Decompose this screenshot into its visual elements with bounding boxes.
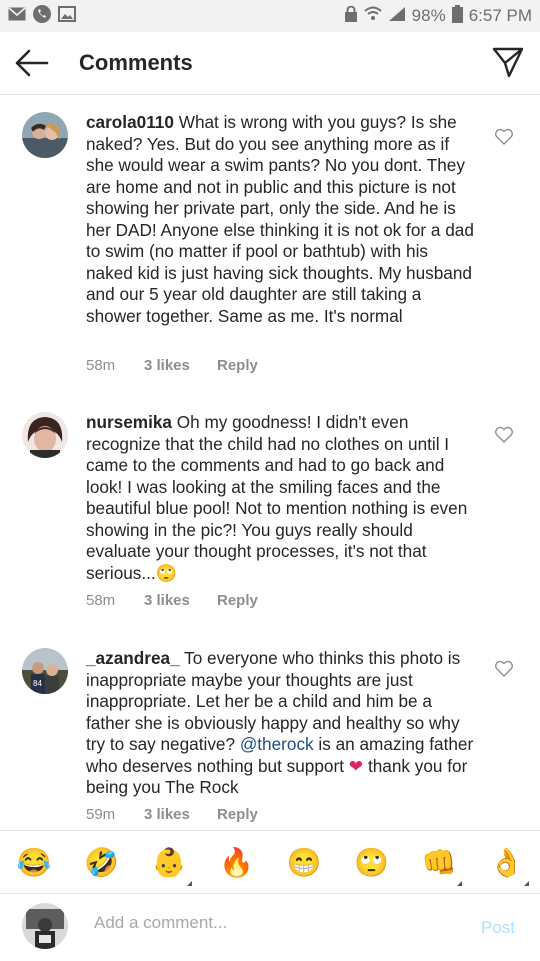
like-button[interactable] [494,660,514,678]
emoji-fist-button[interactable]: 👊 [421,846,462,886]
status-bar: 98% 6:57 PM [0,0,540,32]
ok-hand-emoji: 👌 [489,846,525,878]
eye-roll-emoji: 🙄 [155,562,178,583]
emoji-eye-roll-button[interactable]: 🙄 [354,846,389,880]
avatar[interactable] [22,412,68,458]
skin-tone-indicator [524,880,530,886]
comment-time: 58m [86,592,116,609]
reply-button[interactable]: Reply [217,592,258,609]
image-icon [58,5,76,27]
like-button[interactable] [494,426,514,444]
skin-tone-indicator [456,880,462,886]
mail-icon [8,6,26,26]
avatar[interactable]: 84 [22,648,68,694]
wifi-icon [363,6,382,27]
avatar[interactable] [22,112,68,158]
comment-text: _azandrea_ To everyone who thinks this p… [86,648,478,799]
post-button[interactable]: Post [481,918,515,938]
fist-emoji: 👊 [421,846,457,878]
battery-icon [451,4,463,28]
status-right: 98% 6:57 PM [344,4,540,28]
heart-emoji: ❤ [348,755,364,776]
comment-time: 58m [86,357,116,374]
whatsapp-icon [32,4,52,29]
heart-outline-icon [495,660,513,677]
back-arrow-icon [15,49,49,77]
mention-link[interactable]: @therock [240,734,314,754]
page-title: Comments [79,50,193,75]
comment-text: nursemika Oh my goodness! I didn't even … [86,412,478,584]
signal-icon [388,6,406,27]
add-comment-input[interactable] [86,908,482,938]
comment-username[interactable]: nursemika [86,412,172,432]
comments-header: Comments [0,32,540,95]
direct-send-button[interactable] [492,46,524,78]
emoji-quick-bar: 😂 🤣 👶 🔥 😁 🙄 👊 👌 [0,830,540,894]
comment-meta: 58m 3 likes Reply [86,357,258,374]
status-time: 6:57 PM [468,6,532,25]
comment-body: What is wrong with you guys? Is she nake… [86,112,474,326]
back-button[interactable] [14,47,50,79]
emoji-fire-button[interactable]: 🔥 [219,846,254,880]
emoji-baby-button[interactable]: 👶 [151,846,192,886]
user-avatar [22,903,68,949]
comment-likes[interactable]: 3 likes [144,357,217,374]
like-button[interactable] [494,128,514,146]
comment-likes[interactable]: 3 likes [144,592,217,609]
heart-outline-icon [495,426,513,443]
comment-text: carola0110 What is wrong with you guys? … [86,112,478,327]
comment-username[interactable]: _azandrea_ [86,648,180,668]
emoji-ok-hand-button[interactable]: 👌 [489,846,530,886]
emoji-rofl-button[interactable]: 🤣 [84,846,119,880]
add-comment-bar: Post [0,893,540,961]
lock-icon [344,5,358,27]
comment-likes[interactable]: 3 likes [144,806,217,823]
comment-username[interactable]: carola0110 [86,112,174,132]
comment-meta: 58m 3 likes Reply [86,592,258,609]
battery-percent: 98% [411,6,446,25]
emoji-tears-of-joy-button[interactable]: 😂 [17,846,52,880]
status-left-icons [0,4,76,29]
direct-send-icon [492,47,524,78]
heart-outline-icon [495,128,513,145]
emoji-grin-button[interactable]: 😁 [287,846,322,880]
reply-button[interactable]: Reply [217,357,258,374]
svg-text:84: 84 [33,679,42,688]
baby-emoji: 👶 [151,846,187,878]
reply-button[interactable]: Reply [217,806,258,823]
comment-meta: 59m 3 likes Reply [86,806,258,823]
comment-time: 59m [86,806,116,823]
comment-body: Oh my goodness! I didn't even recognize … [86,412,468,583]
skin-tone-indicator [186,880,192,886]
